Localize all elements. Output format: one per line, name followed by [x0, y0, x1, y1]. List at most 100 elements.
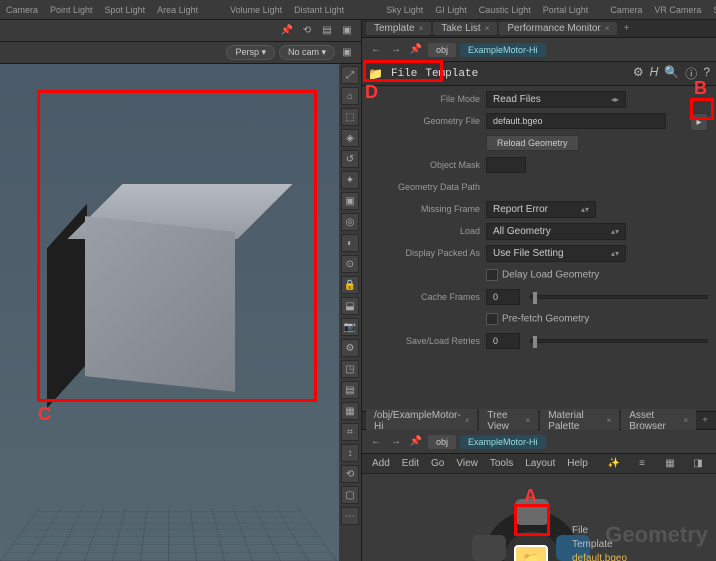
geometry-file-input[interactable] [486, 113, 666, 129]
vp-tool[interactable]: ✦ [341, 171, 359, 189]
wand-icon[interactable]: ✨ [606, 456, 622, 472]
menu-go[interactable]: Go [431, 458, 444, 469]
crumb-node[interactable]: ExampleMotor-Hi [460, 43, 546, 57]
vp-tool[interactable]: ◳ [341, 360, 359, 378]
menu-edit[interactable]: Edit [402, 458, 419, 469]
vp-tool[interactable]: 🔒 [341, 276, 359, 294]
close-icon[interactable]: × [465, 416, 470, 425]
tab-takelist[interactable]: Take List× [433, 22, 497, 35]
vp-tool[interactable]: ▣ [341, 192, 359, 210]
list-icon[interactable]: ≡ [634, 456, 650, 472]
3d-viewport[interactable]: ⤢ ⌂ ⬚ ◈ ↺ ✦ ▣ ◎ ◐ ⊙ 🔒 ⬓ 📷 ⚙ ◳ ▤ ▦ ⌗ ↕ ⟲ [0, 64, 361, 561]
shelf-item[interactable]: Distant Light [288, 5, 350, 15]
reload-geometry-button[interactable]: Reload Geometry [486, 135, 579, 151]
shelf-item[interactable]: VR Camera [648, 5, 707, 15]
cache-frames-slider[interactable] [530, 295, 708, 299]
viewport-pane: 📌 ⟲ ▤ ▣ Persp ▾ No cam ▾ ▣ ⤢ ⌂ ⬚ ◈ ↺ ✦ ▣… [0, 20, 362, 561]
file-node[interactable] [514, 545, 548, 561]
vp-tool[interactable]: ⌗ [341, 423, 359, 441]
vp-tool[interactable]: ⊙ [341, 255, 359, 273]
file-mode-dropdown[interactable]: Read Files◂▸ [486, 91, 626, 108]
close-icon[interactable]: × [485, 24, 490, 33]
grid-icon[interactable]: ▦ [662, 456, 678, 472]
vp-tool[interactable]: ⬚ [341, 108, 359, 126]
shelf-item[interactable]: Point Light [44, 5, 99, 15]
vp-tool[interactable]: ▦ [341, 402, 359, 420]
split-icon[interactable]: ◨ [690, 456, 706, 472]
vp-tool[interactable]: ⌂ [341, 87, 359, 105]
layers-icon[interactable]: ▤ [319, 23, 335, 39]
crumb-obj[interactable]: obj [428, 43, 456, 57]
network-canvas[interactable]: Geometry File Template default.bgeo [362, 474, 716, 561]
file-chooser-button[interactable]: ▸ [690, 113, 708, 131]
load-dropdown[interactable]: All Geometry▴▾ [486, 223, 626, 240]
h-icon[interactable]: 𝐻 [650, 65, 659, 82]
retries-input[interactable] [486, 333, 520, 349]
tab-perfmon[interactable]: Performance Monitor× [499, 22, 617, 35]
delay-load-checkbox[interactable] [486, 269, 498, 281]
shelf-item[interactable]: Caustic Light [473, 5, 537, 15]
vp-tool[interactable]: ⚙ [341, 339, 359, 357]
camera-dropdown[interactable]: No cam ▾ [279, 45, 335, 60]
shelf-item[interactable]: Portal Light [537, 5, 595, 15]
vp-tool[interactable]: ⟲ [341, 465, 359, 483]
display-icon[interactable]: ▣ [339, 45, 355, 61]
back-icon[interactable]: ← [368, 42, 384, 58]
close-icon[interactable]: × [419, 24, 424, 33]
pin-icon[interactable]: 📌 [408, 434, 424, 450]
packed-dropdown[interactable]: Use File Setting▴▾ [486, 245, 626, 262]
tab-treeview[interactable]: Tree View× [479, 409, 538, 433]
prefetch-checkbox[interactable] [486, 313, 498, 325]
crumb-node[interactable]: ExampleMotor-Hi [460, 435, 546, 449]
tab-network-path[interactable]: /obj/ExampleMotor-Hi× [366, 409, 477, 433]
shelf-item[interactable]: Spot Light [99, 5, 152, 15]
vp-tool[interactable]: ◈ [341, 129, 359, 147]
shelf-item[interactable]: Area Light [151, 5, 204, 15]
vp-tool[interactable]: ⬓ [341, 297, 359, 315]
gear-icon[interactable]: ⚙ [633, 65, 644, 82]
pin-icon[interactable]: 📌 [408, 42, 424, 58]
crumb-obj[interactable]: obj [428, 435, 456, 449]
vp-tool[interactable]: ◎ [341, 213, 359, 231]
shelf-item[interactable]: Sky Light [380, 5, 429, 15]
menu-tools[interactable]: Tools [490, 458, 513, 469]
menu-help[interactable]: Help [567, 458, 588, 469]
add-tab-icon[interactable]: + [698, 415, 712, 426]
tab-material[interactable]: Material Palette× [540, 409, 619, 433]
persp-dropdown[interactable]: Persp ▾ [226, 45, 275, 60]
cache-frames-input[interactable] [486, 289, 520, 305]
retries-slider[interactable] [530, 339, 708, 343]
panel-icon[interactable]: ▣ [339, 23, 355, 39]
vp-tool[interactable]: ⋯ [341, 507, 359, 525]
menu-view[interactable]: View [456, 458, 478, 469]
tab-template[interactable]: Template× [366, 22, 431, 35]
vp-tool[interactable]: 📷 [341, 318, 359, 336]
node-name-field[interactable]: Template [425, 68, 478, 80]
viewport-toolbar: ⤢ ⌂ ⬚ ◈ ↺ ✦ ▣ ◎ ◐ ⊙ 🔒 ⬓ 📷 ⚙ ◳ ▤ ▦ ⌗ ↕ ⟲ [339, 64, 361, 561]
close-icon[interactable]: × [605, 24, 610, 33]
missing-frame-dropdown[interactable]: Report Error▴▾ [486, 201, 596, 218]
pin-icon[interactable]: 📌 [279, 23, 295, 39]
shelf-item[interactable]: GI Light [429, 5, 473, 15]
vp-tool[interactable]: ▢ [341, 486, 359, 504]
tab-asset[interactable]: Asset Browser× [621, 409, 696, 433]
add-tab-icon[interactable]: + [619, 23, 633, 34]
forward-icon[interactable]: → [388, 42, 404, 58]
search-icon[interactable]: 🔍 [664, 65, 679, 82]
shelf-item[interactable]: Switcher [707, 5, 716, 15]
vp-tool[interactable]: ⤢ [341, 66, 359, 84]
param-label: Geometry Data Path [370, 182, 480, 192]
shelf-item[interactable]: Camera [604, 5, 648, 15]
menu-layout[interactable]: Layout [525, 458, 555, 469]
menu-add[interactable]: Add [372, 458, 390, 469]
vp-tool[interactable]: ▤ [341, 381, 359, 399]
vp-tool[interactable]: ↺ [341, 150, 359, 168]
vp-tool[interactable]: ◐ [341, 234, 359, 252]
sync-icon[interactable]: ⟲ [299, 23, 315, 39]
shelf-item[interactable]: Camera [0, 5, 44, 15]
forward-icon[interactable]: → [388, 434, 404, 450]
back-icon[interactable]: ← [368, 434, 384, 450]
vp-tool[interactable]: ↕ [341, 444, 359, 462]
object-mask-input[interactable] [486, 157, 526, 173]
shelf-item[interactable]: Volume Light [224, 5, 288, 15]
